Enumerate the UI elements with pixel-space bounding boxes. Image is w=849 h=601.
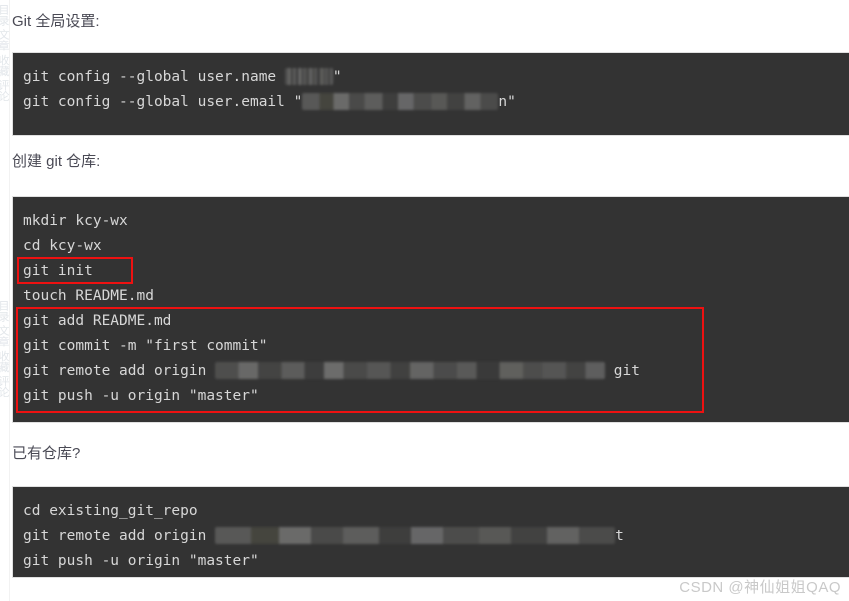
code-line: git config --global user.name "	[23, 65, 849, 90]
redacted-username	[284, 67, 333, 85]
code-text: cd existing_git_repo	[23, 503, 198, 519]
code-line: git remote add origin git	[23, 359, 849, 384]
code-text: git push -u origin "master"	[23, 388, 259, 404]
code-text: cd kcy-wx	[23, 238, 102, 254]
edge-ghost-text-1: 目录 文章 收藏 评论	[0, 4, 9, 102]
code-text: git commit -m "first commit"	[23, 338, 268, 354]
code-line: mkdir kcy-wx	[23, 209, 849, 234]
code-line: git commit -m "first commit"	[23, 334, 849, 359]
redacted-remote-url	[215, 361, 606, 379]
code-block-create-repo[interactable]: mkdir kcy-wx cd kcy-wx git init touch RE…	[12, 196, 849, 423]
edge-ghost-text-2: 目录 文章 收藏 评论	[0, 300, 9, 398]
code-block-existing-repo[interactable]: cd existing_git_repo git remote add orig…	[12, 486, 849, 578]
code-text: touch README.md	[23, 288, 154, 304]
git-instructions-page: 目录 文章 收藏 评论 目录 文章 收藏 评论 Git 全局设置: git co…	[0, 0, 849, 601]
code-block-global-settings[interactable]: git config --global user.name " git conf…	[12, 52, 849, 136]
code-line: git config --global user.email " n"	[23, 90, 849, 115]
code-text: git init	[23, 263, 93, 279]
left-edge-strip: 目录 文章 收藏 评论 目录 文章 收藏 评论	[0, 0, 10, 601]
code-text-suffix: git	[605, 363, 640, 379]
code-line-git-init: git init	[23, 259, 849, 284]
code-line: touch README.md	[23, 284, 849, 309]
code-text: git push -u origin "master"	[23, 553, 259, 569]
code-text: mkdir kcy-wx	[23, 213, 128, 229]
code-line: cd existing_git_repo	[23, 499, 849, 524]
code-text: git add README.md	[23, 313, 172, 329]
watermark-handle: @神仙姐姐QAQ	[728, 579, 841, 596]
csdn-watermark: CSDN @神仙姐姐QAQ	[679, 576, 841, 597]
redacted-remote-url	[215, 526, 616, 544]
code-text: git remote add origin	[23, 528, 216, 544]
code-line: git remote add origin t	[23, 524, 849, 549]
section-title-existing-repo: 已有仓库?	[12, 445, 81, 462]
code-line: cd kcy-wx	[23, 234, 849, 259]
code-lines-existing-repo: cd existing_git_repo git remote add orig…	[13, 487, 849, 577]
code-text: git config --global user.name	[23, 69, 285, 85]
section-title-create-repo: 创建 git 仓库:	[12, 153, 101, 170]
code-text-suffix: "	[332, 69, 342, 85]
section-title-global-settings: Git 全局设置:	[12, 13, 100, 30]
code-line: git push -u origin "master"	[23, 549, 849, 574]
code-line: git push -u origin "master"	[23, 384, 849, 409]
code-lines-create-repo: mkdir kcy-wx cd kcy-wx git init touch RE…	[13, 197, 849, 421]
code-text-suffix: t	[615, 528, 624, 544]
code-lines-global-settings: git config --global user.name " git conf…	[13, 53, 849, 127]
code-line: git add README.md	[23, 309, 849, 334]
code-text: git config --global user.email "	[23, 94, 303, 110]
code-text-suffix: n"	[498, 94, 516, 110]
code-text: git remote add origin	[23, 363, 216, 379]
watermark-prefix: CSDN	[679, 579, 729, 596]
redacted-email	[302, 92, 499, 110]
